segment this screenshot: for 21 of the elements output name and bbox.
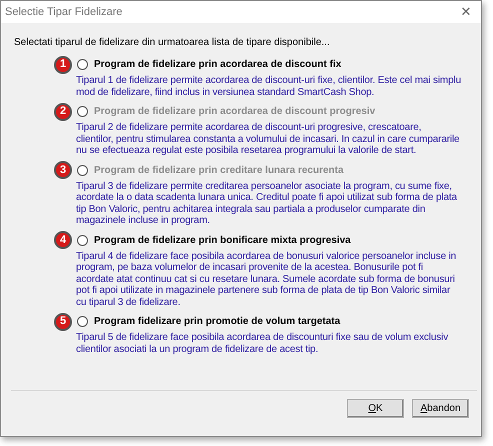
number-badge: 5: [54, 312, 72, 330]
number-badge: 4: [54, 231, 72, 249]
radio-button[interactable]: [77, 59, 88, 70]
number-badge: 1: [54, 56, 72, 74]
option-title[interactable]: Program de fidelizare prin bonificare mixta progresiva: [94, 234, 351, 246]
radio-button[interactable]: [77, 316, 88, 327]
number-badge: 3: [54, 161, 72, 179]
option-description: Tiparul 4 de fidelizare face posibila acordarea de bonusuri valorice persoanelor incluse in program, pe baza volumelor de incasari provenite de la acestea. Bonusurile pot fi acordate atat continuu cat si cu resetare lunara. Sumele acordate sub forma de bonusuri pot fi apoi utilizate in magazinele partenere sub forma de plata de tip Bon Valoric similar cu tiparul 3 de fidelizare.: [76, 250, 458, 308]
window-title: Selectie Tipar Fidelizare: [5, 6, 122, 18]
number-badge: 2: [54, 102, 72, 120]
option-description: Tiparul 5 de fidelizare face posibila acordarea de discounturi fixe sau de volum exclusiv clientilor asociati la un program de fidelizare de acest tip.: [76, 332, 450, 355]
cancel-button[interactable]: Abandon: [412, 399, 469, 418]
close-button[interactable]: ✕: [451, 1, 481, 23]
option-title[interactable]: Program de fidelizare prin acordarea de discount fix: [94, 59, 342, 70]
ok-button[interactable]: OK: [347, 399, 404, 418]
option-title[interactable]: Program fidelizare prin promotie de volum targetata: [94, 316, 340, 327]
option-description: Tiparul 1 de fidelizare permite acordarea de discount-uri fixe, clientilor. Este cel mai simplu mod de fidelizare, fiind inclus in versiunea standard SmartCash Shop.: [76, 75, 461, 98]
radio-button[interactable]: [77, 234, 88, 246]
instruction-text: Selectati tiparul de fidelizare din urmatoarea lista de tipare disponibile...: [14, 37, 331, 48]
option-description: Tiparul 3 de fidelizare permite creditarea persoanelor asociate la program, cu sume fixe, acordate la o data scadenta lunara unica. Creditul poate fi apoi utilizat sub forma de plata tip Bon Valoric, pentru achitarea integrala sau partiala a produselor cumparate din magazinele incluse in program.: [76, 180, 458, 226]
option-description: Tiparul 2 de fidelizare permite acordarea de discount-uri progresive, crescatoare, clientilor, pentru stimularea constanta a volumului de incasari. In cazul in care cumpararile nu se efectueaza regulat este posibila resetarea programului la valorile de start.: [76, 122, 460, 156]
